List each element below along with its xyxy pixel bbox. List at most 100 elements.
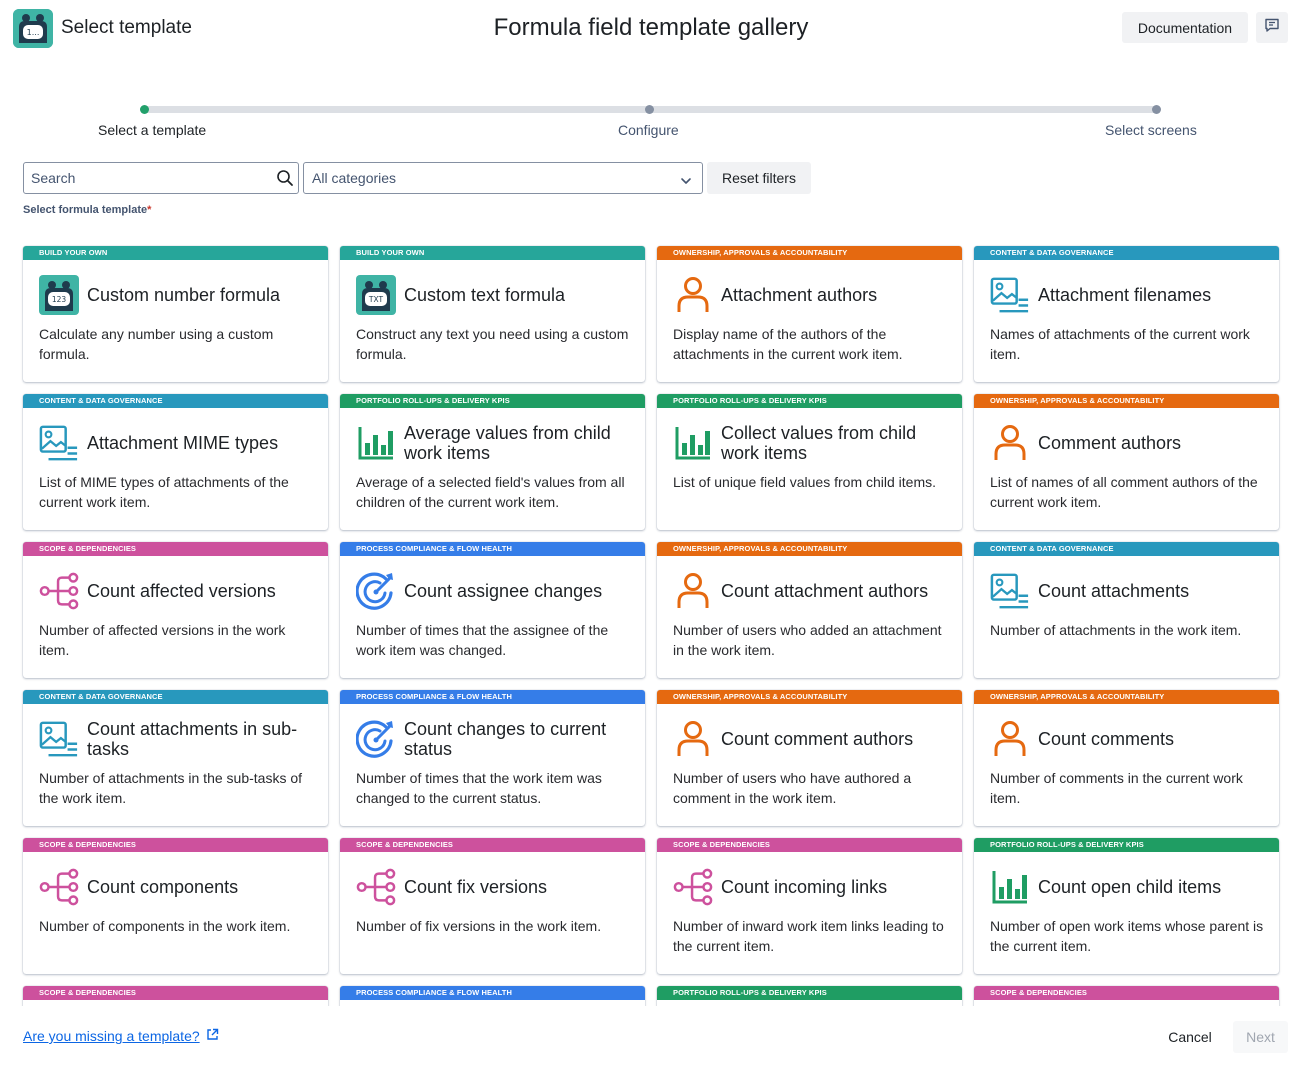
card-title: Count assignee changes [404,581,603,601]
template-card[interactable]: OWNERSHIP, APPROVALS & ACCOUNTABILITY Co… [974,394,1279,530]
card-category-label: PORTFOLIO ROLL-UPS & DELIVERY KPIS [657,394,962,408]
card-header: TXT Custom text formula [356,274,636,316]
card-header: Comment authors [990,422,1270,464]
missing-template-link-text: Are you missing a template? [23,1028,200,1044]
card-category-label: OWNERSHIP, APPROVALS & ACCOUNTABILITY [974,690,1279,704]
card-title: Count incoming links [721,877,888,897]
hierarchy-icon [39,867,79,907]
card-description: Number of users who added an attachment … [673,622,942,658]
template-card[interactable]: PORTFOLIO ROLL-UPS & DELIVERY KPIS Count… [974,838,1279,974]
template-card[interactable]: CONTENT & DATA GOVERNANCE Count attachme… [23,690,328,826]
card-description: Number of users who have authored a comm… [673,770,912,806]
target-icon [356,571,396,611]
card-title: Count comment authors [721,729,914,749]
template-card[interactable]: SCOPE & DEPENDENCIES [974,986,1279,1006]
card-header: Count assignee changes [356,570,636,612]
template-card[interactable]: OWNERSHIP, APPROVALS & ACCOUNTABILITY Co… [657,690,962,826]
template-grid: BUILD YOUR OWN 123 Custom number formula… [23,246,1279,1006]
card-category-label: OWNERSHIP, APPROVALS & ACCOUNTABILITY [657,542,962,556]
card-category-label: PROCESS COMPLIANCE & FLOW HEALTH [340,986,645,1000]
card-header: Average values from child work items [356,422,636,464]
card-category-label: SCOPE & DEPENDENCIES [23,986,328,1000]
feedback-button[interactable] [1256,12,1288,43]
card-description: Construct any text you need using a cust… [356,326,629,362]
template-card[interactable]: CONTENT & DATA GOVERNANCE Attachment fil… [974,246,1279,382]
image-list-icon [990,275,1030,315]
missing-template-link[interactable]: Are you missing a template? [23,1028,219,1044]
search-placeholder: Search [31,170,76,186]
card-title: Count changes to current status [404,719,607,759]
card-category-label: CONTENT & DATA GOVERNANCE [23,394,328,408]
card-header: Count affected versions [39,570,319,612]
template-card[interactable]: PORTFOLIO ROLL-UPS & DELIVERY KPIS Colle… [657,394,962,530]
page-title: Formula field template gallery [493,14,809,41]
template-grid-viewport[interactable]: BUILD YOUR OWN 123 Custom number formula… [0,236,1302,1006]
card-title: Count attachment authors [721,581,929,601]
card-header: Count attachments [990,570,1270,612]
card-header: Count fix versions [356,866,636,908]
template-card[interactable]: PROCESS COMPLIANCE & FLOW HEALTH Count c… [340,690,645,826]
card-header: Collect values from child work items [673,422,953,464]
card-title: Count affected versions [87,581,276,601]
category-select[interactable]: All categories [303,162,703,194]
svg-text:TXT: TXT [368,295,384,304]
card-header: Count open child items [990,866,1270,908]
step-label-select: Select a template [98,122,207,138]
next-button[interactable]: Next [1233,1021,1288,1053]
template-card[interactable]: CONTENT & DATA GOVERNANCE Attachment MIM… [23,394,328,530]
template-card[interactable]: SCOPE & DEPENDENCIES Count fix versions N… [340,838,645,974]
template-card[interactable]: SCOPE & DEPENDENCIES [23,986,328,1006]
cancel-button[interactable]: Cancel [1152,1021,1228,1053]
step-label-screens: Select screens [1105,122,1197,138]
card-header: Count attachment authors [673,570,953,612]
image-list-icon [39,719,79,759]
card-header: 123 Custom number formula [39,274,319,316]
card-category-label: PORTFOLIO ROLL-UPS & DELIVERY KPIS [657,986,962,1000]
card-category-label: OWNERSHIP, APPROVALS & ACCOUNTABILITY [657,690,962,704]
chevron-down-icon [680,173,692,191]
card-description: Number of open work items whose parent i… [990,918,1264,954]
template-card[interactable]: PROCESS COMPLIANCE & FLOW HEALTH Count a… [340,542,645,678]
card-header: Count comment authors [673,718,953,760]
robot-text-icon: TXT [356,275,396,315]
documentation-button[interactable]: Documentation [1122,12,1248,43]
card-description: Calculate any number using a custom form… [39,326,274,362]
card-title: Count fix versions [404,877,548,897]
card-category-label: SCOPE & DEPENDENCIES [23,838,328,852]
step-dot-screens [1152,105,1161,114]
card-title: Attachment MIME types [87,433,279,453]
card-category-label: OWNERSHIP, APPROVALS & ACCOUNTABILITY [974,394,1279,408]
card-category-label: SCOPE & DEPENDENCIES [340,838,645,852]
template-card[interactable]: OWNERSHIP, APPROVALS & ACCOUNTABILITY At… [657,246,962,382]
hierarchy-icon [39,571,79,611]
card-category-label: BUILD YOUR OWN [340,246,645,260]
person-icon [673,275,713,315]
reset-filters-button[interactable]: Reset filters [707,162,811,194]
template-field-label: Select formula template* [23,204,151,216]
bar-chart-icon [356,423,396,463]
template-card[interactable]: PORTFOLIO ROLL-UPS & DELIVERY KPIS Avera… [340,394,645,530]
template-card[interactable]: SCOPE & DEPENDENCIES Count components Num… [23,838,328,974]
card-category-label: OWNERSHIP, APPROVALS & ACCOUNTABILITY [657,246,962,260]
card-description: Number of components in the work item. [39,918,291,934]
person-icon [990,423,1030,463]
template-card[interactable]: SCOPE & DEPENDENCIES Count incoming link… [657,838,962,974]
bar-chart-icon [990,867,1030,907]
template-card[interactable]: PORTFOLIO ROLL-UPS & DELIVERY KPIS [657,986,962,1006]
card-header: Attachment MIME types [39,422,319,464]
hierarchy-icon [356,867,396,907]
card-header: Count components [39,866,319,908]
template-card[interactable]: BUILD YOUR OWN TXT Custom text formula Co… [340,246,645,382]
template-card[interactable]: OWNERSHIP, APPROVALS & ACCOUNTABILITY Co… [657,542,962,678]
card-description: Display name of the authors of the attac… [673,326,903,362]
template-card[interactable]: BUILD YOUR OWN 123 Custom number formula… [23,246,328,382]
card-title: Count comments [1038,729,1175,749]
card-description: Names of attachments of the current work… [990,326,1250,362]
template-card[interactable]: SCOPE & DEPENDENCIES Count affected vers… [23,542,328,678]
hierarchy-icon [673,867,713,907]
template-card[interactable]: OWNERSHIP, APPROVALS & ACCOUNTABILITY Co… [974,690,1279,826]
template-card[interactable]: PROCESS COMPLIANCE & FLOW HEALTH [340,986,645,1006]
template-card[interactable]: CONTENT & DATA GOVERNANCE Count attachme… [974,542,1279,678]
search-input[interactable]: Search [23,162,299,194]
category-value: All categories [312,170,397,186]
